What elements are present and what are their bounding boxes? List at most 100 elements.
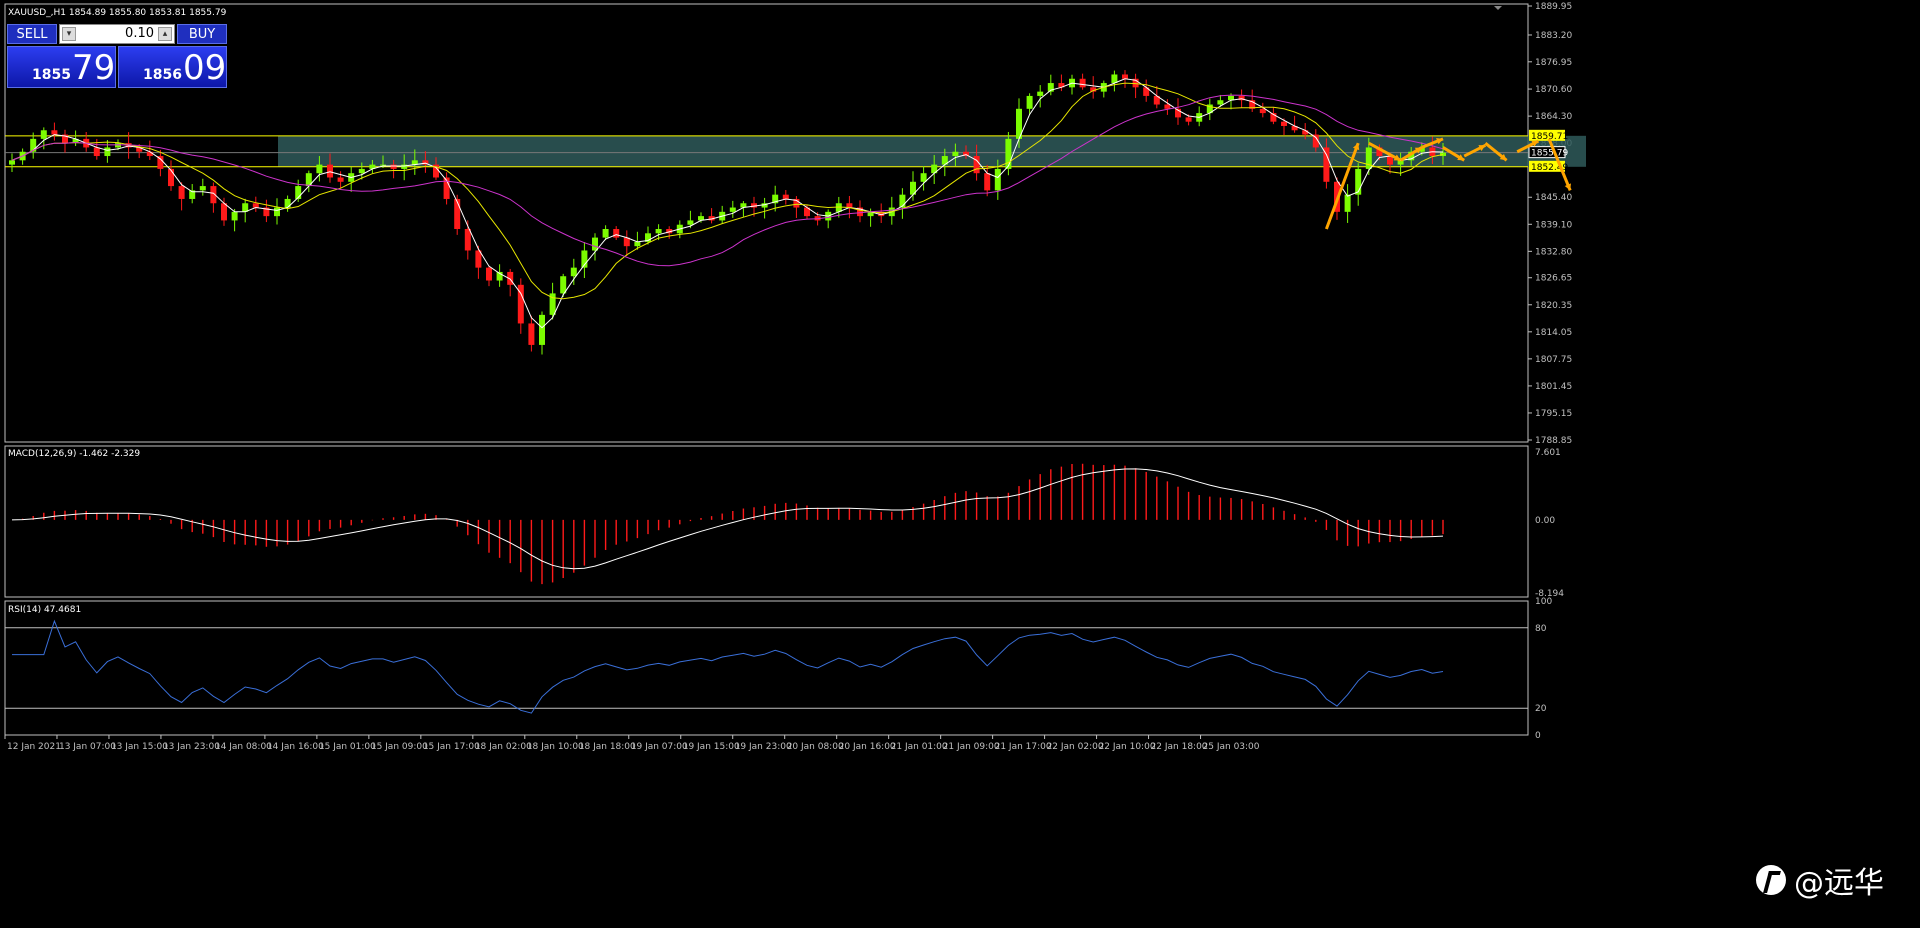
candle-body (199, 186, 206, 191)
candle-body (1079, 78, 1086, 88)
candle-body (952, 151, 959, 157)
chart-header: XAUUSD_,H1 1854.89 1855.80 1853.81 1855.… (8, 8, 227, 18)
time-axis-label: 18 Jan 02:00 (475, 742, 532, 752)
sell-price-box[interactable]: 1855 79 (7, 46, 116, 88)
price-axis-label: 1807.75 (1535, 355, 1572, 365)
candle-body (40, 130, 47, 139)
candle-body (1026, 95, 1033, 109)
time-axis-label: 14 Jan 16:00 (267, 742, 324, 752)
macd-label: MACD(12,26,9) -1.462 -2.329 (8, 449, 140, 459)
price-axis-label: 1814.05 (1535, 328, 1572, 338)
time-axis-label: 20 Jan 08:00 (787, 742, 844, 752)
candle-body (1397, 160, 1404, 165)
candle-body (1440, 152, 1446, 157)
price-axis-label: 1889.95 (1535, 2, 1572, 12)
ma-fast-line (11, 78, 1444, 329)
time-axis-label: 13 Jan 07:00 (59, 742, 116, 752)
candle-body (1217, 100, 1224, 105)
time-axis-label: 19 Jan 23:00 (735, 742, 792, 752)
ma-slow-line (11, 94, 1444, 267)
time-axis-label: 19 Jan 15:00 (683, 742, 740, 752)
watermark-text: @远华 (1794, 866, 1884, 901)
candle-body (358, 168, 365, 174)
time-axis-label: 12 Jan 2021 (7, 742, 61, 752)
price-axis-label: 1845.40 (1535, 193, 1572, 203)
candle-body (729, 207, 736, 212)
sell-button[interactable]: SELL (7, 24, 57, 44)
candle-body (486, 267, 492, 281)
macd-signal-line (11, 468, 1444, 570)
ma-mid-line (11, 82, 1444, 300)
candle-body (1037, 91, 1044, 96)
buy-price-box[interactable]: 1856 09 (118, 46, 227, 88)
time-axis-label: 22 Jan 18:00 (1151, 742, 1208, 752)
time-axis-label: 15 Jan 01:00 (319, 742, 376, 752)
candle-body (782, 194, 789, 199)
time-axis-label: 25 Jan 03:00 (1203, 742, 1260, 752)
candle-body (464, 229, 471, 251)
candle-body (602, 229, 609, 238)
candle-body (920, 173, 927, 182)
time-axis-label: 22 Jan 02:00 (1047, 742, 1104, 752)
candle-body (284, 198, 291, 208)
macd-axis-label: 0.00 (1535, 516, 1555, 526)
candle-body (327, 164, 333, 178)
candle-body (146, 151, 153, 157)
price-axis-label: 1839.10 (1535, 220, 1572, 230)
watermark: @远华 (1756, 858, 1884, 902)
sell-price-prefix: 1855 (32, 67, 71, 83)
candle-body (93, 147, 100, 157)
macd-axis-label: 7.601 (1535, 448, 1561, 458)
lot-increase-icon[interactable]: ▴ (158, 27, 172, 41)
candle-body (9, 160, 15, 165)
buy-price-prefix: 1856 (143, 67, 182, 83)
candle-body (316, 164, 323, 174)
candle-body (613, 229, 620, 238)
candle-body (1164, 104, 1171, 109)
lot-size-input[interactable]: ▾ 0.10 ▴ (59, 24, 175, 44)
price-axis-label: 1788.85 (1535, 436, 1572, 446)
candle-body (390, 164, 397, 169)
rsi-axis-label: 100 (1535, 597, 1552, 607)
candle-body (1323, 147, 1330, 182)
candle-body (1302, 130, 1309, 135)
time-axis-label: 21 Jan 17:00 (995, 742, 1052, 752)
candle-body (178, 186, 185, 199)
candle-body (1005, 138, 1012, 169)
candle-body (104, 147, 111, 157)
price-axis-label: 1883.20 (1535, 31, 1572, 41)
price-axis-label: 1864.30 (1535, 112, 1572, 122)
one-click-trading-panel: SELL ▾ 0.10 ▴ BUY 1855 79 1856 09 (7, 24, 227, 88)
candle-body (168, 168, 174, 187)
time-axis-label: 13 Jan 15:00 (111, 742, 168, 752)
candle-body (1259, 108, 1266, 114)
candle-body (231, 211, 238, 221)
candle-body (1281, 121, 1287, 126)
price-axis-label: 1870.60 (1535, 85, 1572, 95)
candle-body (687, 220, 694, 225)
candle-body (634, 241, 641, 247)
candle-body (528, 323, 535, 345)
sell-price-pips: 79 (72, 48, 116, 88)
price-axis-label: 1876.95 (1535, 58, 1572, 68)
price-axis-label: 1795.15 (1535, 409, 1572, 419)
candle-body (592, 237, 598, 251)
price-axis-label: 1826.65 (1535, 274, 1572, 284)
buy-button[interactable]: BUY (177, 24, 227, 44)
candle-body (539, 314, 545, 345)
candle-body (1185, 117, 1192, 122)
trading-chart[interactable]: 1889.951883.201876.951870.601864.301858.… (0, 0, 1920, 928)
time-axis-label: 14 Jan 08:00 (215, 742, 272, 752)
candle-body (570, 267, 577, 277)
rsi-axis-label: 80 (1535, 624, 1547, 634)
rsi-pane-frame (4, 600, 1529, 736)
lot-decrease-icon[interactable]: ▾ (62, 27, 76, 41)
main-pane-frame (4, 3, 1529, 443)
time-axis-label: 20 Jan 16:00 (839, 742, 896, 752)
candle-body (380, 164, 386, 166)
candle-body (655, 229, 662, 234)
time-axis-label: 15 Jan 09:00 (371, 742, 428, 752)
price-axis-label: 1820.35 (1535, 301, 1572, 311)
time-axis-label: 13 Jan 23:00 (163, 742, 220, 752)
lot-size-value: 0.10 (125, 26, 154, 41)
